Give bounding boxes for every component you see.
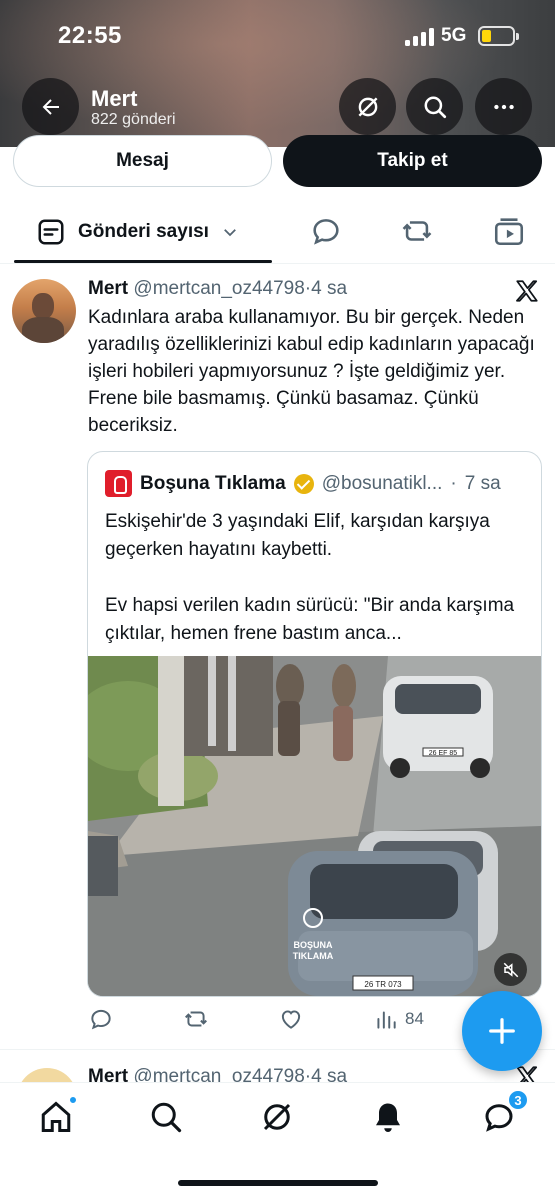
- tweet-header: Mert @mertcan_oz44798·4 sa: [88, 278, 347, 300]
- reply-button[interactable]: [88, 1006, 114, 1032]
- videos-icon[interactable]: [492, 214, 526, 248]
- notifications-icon: [376, 1103, 400, 1132]
- tweet-handle[interactable]: @mertcan_oz44798: [133, 278, 304, 299]
- search-icon: [424, 96, 446, 118]
- verified-badge-icon: [293, 473, 314, 494]
- avatar[interactable]: [12, 279, 76, 343]
- grok-icon: [357, 96, 378, 117]
- nav-home[interactable]: [38, 1095, 78, 1135]
- back-button[interactable]: [22, 78, 79, 135]
- filter-label: Gönderi sayısı: [78, 221, 209, 242]
- tweet-text: Kadınlara araba kullanamıyor. Bu bir ger…: [88, 307, 535, 436]
- profile-header: 22:55 5G Mert 822 gönderi: [0, 0, 555, 147]
- quoted-text-line-1: Eskişehir'de 3 yaşındaki Elif, karşıdan …: [105, 511, 490, 560]
- profile-name: Mert: [91, 86, 138, 111]
- grok-button[interactable]: [339, 78, 396, 135]
- muted-speaker-icon: [503, 962, 518, 977]
- plus-icon: [489, 1018, 515, 1044]
- nav-notifications[interactable]: [370, 1099, 406, 1135]
- quoted-tweet-header: Boşuna Tıklama @bosunatikl... · 7 sa: [105, 470, 501, 497]
- nav-explore[interactable]: [148, 1099, 184, 1135]
- watermark-line-2: TIKLAMA: [293, 951, 334, 961]
- tweet-author-name[interactable]: Mert: [88, 278, 128, 299]
- network-type: 5G: [441, 25, 467, 46]
- quoted-text-line-2: Ev hapsi verilen kadın sürücü: "Bir anda…: [105, 595, 515, 644]
- more-button[interactable]: [475, 78, 532, 135]
- battery-icon: [478, 26, 519, 46]
- repost-icon: [185, 1011, 207, 1027]
- tweet[interactable]: Mert @mertcan_oz44798·4 sa Kadınlara ara…: [0, 264, 555, 1050]
- search-button[interactable]: [406, 78, 463, 135]
- x-logo-icon: [516, 280, 538, 302]
- quoted-separator: ·: [450, 472, 457, 494]
- repost-button[interactable]: [183, 1006, 209, 1032]
- like-button[interactable]: [278, 1006, 304, 1032]
- post-count: 822 gönderi: [91, 111, 176, 128]
- follow-button[interactable]: Takip et: [283, 135, 542, 187]
- license-plate-2: 26 TR 073: [364, 980, 402, 989]
- status-bar: 22:55 5G: [0, 0, 555, 72]
- reposts-icon[interactable]: [400, 214, 434, 248]
- heart-icon: [281, 1010, 301, 1029]
- post-count-icon: [38, 219, 64, 245]
- quoted-author-name: Boşuna Tıklama: [140, 472, 286, 494]
- nav-grok[interactable]: [259, 1099, 295, 1135]
- watermark-line-1: BOŞUNA: [293, 940, 333, 950]
- views-count: 84: [405, 1009, 424, 1028]
- messages-badge: 3: [507, 1089, 529, 1111]
- replies-icon[interactable]: [309, 214, 343, 248]
- home-notification-dot: [68, 1095, 78, 1105]
- quoted-avatar[interactable]: [105, 470, 132, 497]
- nav-messages[interactable]: 3: [481, 1089, 529, 1135]
- home-icon: [41, 1101, 71, 1132]
- quoted-handle: @bosunatikl...: [321, 472, 443, 494]
- timeline-filter-bar: Gönderi sayısı: [0, 200, 555, 264]
- views-icon: [377, 1011, 396, 1029]
- video-thumbnail[interactable]: BOŞUNA TIKLAMA 26 EF 85 26 TR 073: [88, 656, 541, 996]
- quoted-time: 7 sa: [464, 472, 501, 494]
- home-indicator: [178, 1180, 378, 1186]
- filter-dropdown[interactable]: Gönderi sayısı: [36, 217, 239, 247]
- chevron-down-icon: [224, 229, 236, 237]
- filter-active-underline: [14, 260, 272, 263]
- back-arrow-icon: [42, 98, 59, 115]
- mute-button[interactable]: [494, 953, 527, 986]
- license-plate-1: 26 EF 85: [429, 750, 458, 757]
- explore-icon: [151, 1102, 182, 1133]
- grok-icon: [263, 1103, 291, 1131]
- quoted-tweet-text: Eskişehir'de 3 yaşındaki Elif, karşıdan …: [105, 508, 535, 648]
- compose-button[interactable]: [462, 991, 542, 1071]
- more-icon: [493, 104, 514, 109]
- views-button[interactable]: 84: [373, 1006, 424, 1032]
- reply-icon: [91, 1009, 111, 1030]
- message-button[interactable]: Mesaj: [13, 135, 272, 187]
- status-time: 22:55: [58, 22, 122, 49]
- cellular-signal-icon: [405, 26, 435, 46]
- video-frame: BOŞUNA TIKLAMA 26 EF 85 26 TR 073: [88, 656, 541, 996]
- tweet-time[interactable]: 4 sa: [311, 278, 347, 299]
